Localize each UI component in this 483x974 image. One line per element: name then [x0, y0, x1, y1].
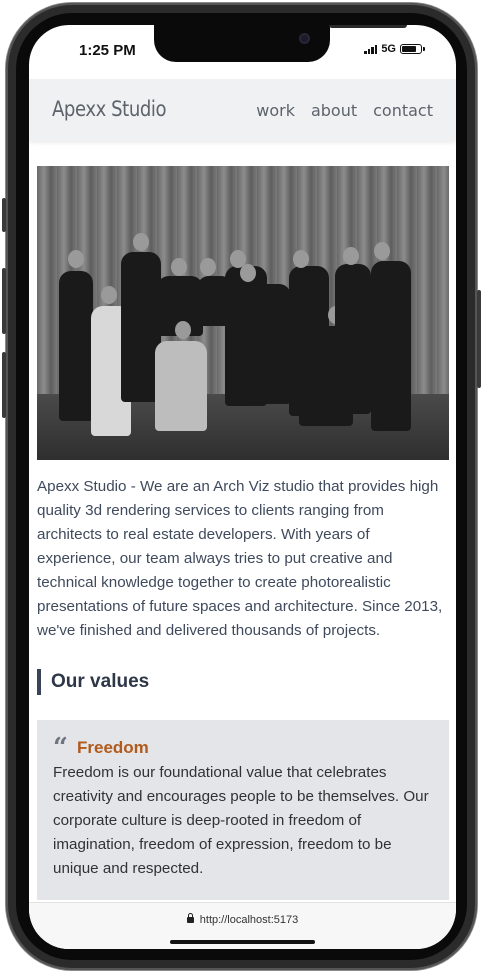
- photo-head: [68, 250, 84, 268]
- photo-head: [293, 250, 309, 268]
- photo-head: [343, 247, 359, 265]
- photo-figure: [371, 261, 411, 431]
- quote-icon: “: [53, 733, 68, 763]
- team-photo: [37, 166, 449, 460]
- network-label: 5G: [381, 43, 396, 55]
- status-indicators: 5G: [364, 43, 425, 55]
- battery-icon: [400, 44, 425, 54]
- status-bar: 1:25 PM 5G: [29, 25, 456, 79]
- photo-head: [133, 233, 149, 251]
- photo-head: [175, 321, 191, 339]
- url-text: http://localhost:5173: [199, 914, 299, 926]
- photo-figure: [59, 271, 93, 421]
- photo-head: [101, 286, 117, 304]
- lock-icon: [186, 913, 194, 923]
- photo-head: [374, 242, 390, 260]
- notch: [154, 25, 407, 62]
- photo-figure: [155, 341, 207, 431]
- volume-up-button-2: [2, 268, 6, 334]
- photo-head: [240, 264, 256, 282]
- status-time: 1:25 PM: [79, 42, 136, 59]
- nav-contact[interactable]: contact: [373, 101, 433, 120]
- photo-head: [171, 258, 187, 276]
- address-bar[interactable]: http://localhost:5173: [29, 913, 456, 926]
- nav-about[interactable]: about: [311, 101, 357, 120]
- site-header: Apexx Studio work about contact: [29, 79, 456, 141]
- photo-head: [200, 258, 216, 276]
- value-text: Freedom is our foundational value that c…: [53, 764, 429, 877]
- front-camera-icon: [299, 33, 310, 44]
- volume-up-button: [2, 198, 6, 232]
- speaker-grille: [329, 25, 407, 28]
- power-button: [477, 290, 481, 388]
- brand-logo[interactable]: Apexx Studio: [52, 97, 167, 121]
- volume-down-button: [2, 352, 6, 418]
- photo-figure: [247, 284, 291, 404]
- main-nav: work about contact: [256, 101, 433, 120]
- battery-fill: [402, 46, 416, 52]
- home-indicator[interactable]: [170, 940, 315, 944]
- photo-figure: [335, 264, 371, 414]
- screen: 1:25 PM 5G Apexx Studio work about conta…: [29, 25, 456, 949]
- value-card-freedom: “ Freedom Freedom is our foundational va…: [37, 720, 449, 900]
- browser-bar: http://localhost:5173: [29, 902, 456, 949]
- signal-icon: [364, 44, 378, 54]
- nav-work[interactable]: work: [256, 101, 295, 120]
- section-title-values: Our values: [37, 669, 149, 695]
- value-title: Freedom: [77, 738, 149, 757]
- intro-paragraph: Apexx Studio - We are an Arch Viz studio…: [37, 478, 443, 639]
